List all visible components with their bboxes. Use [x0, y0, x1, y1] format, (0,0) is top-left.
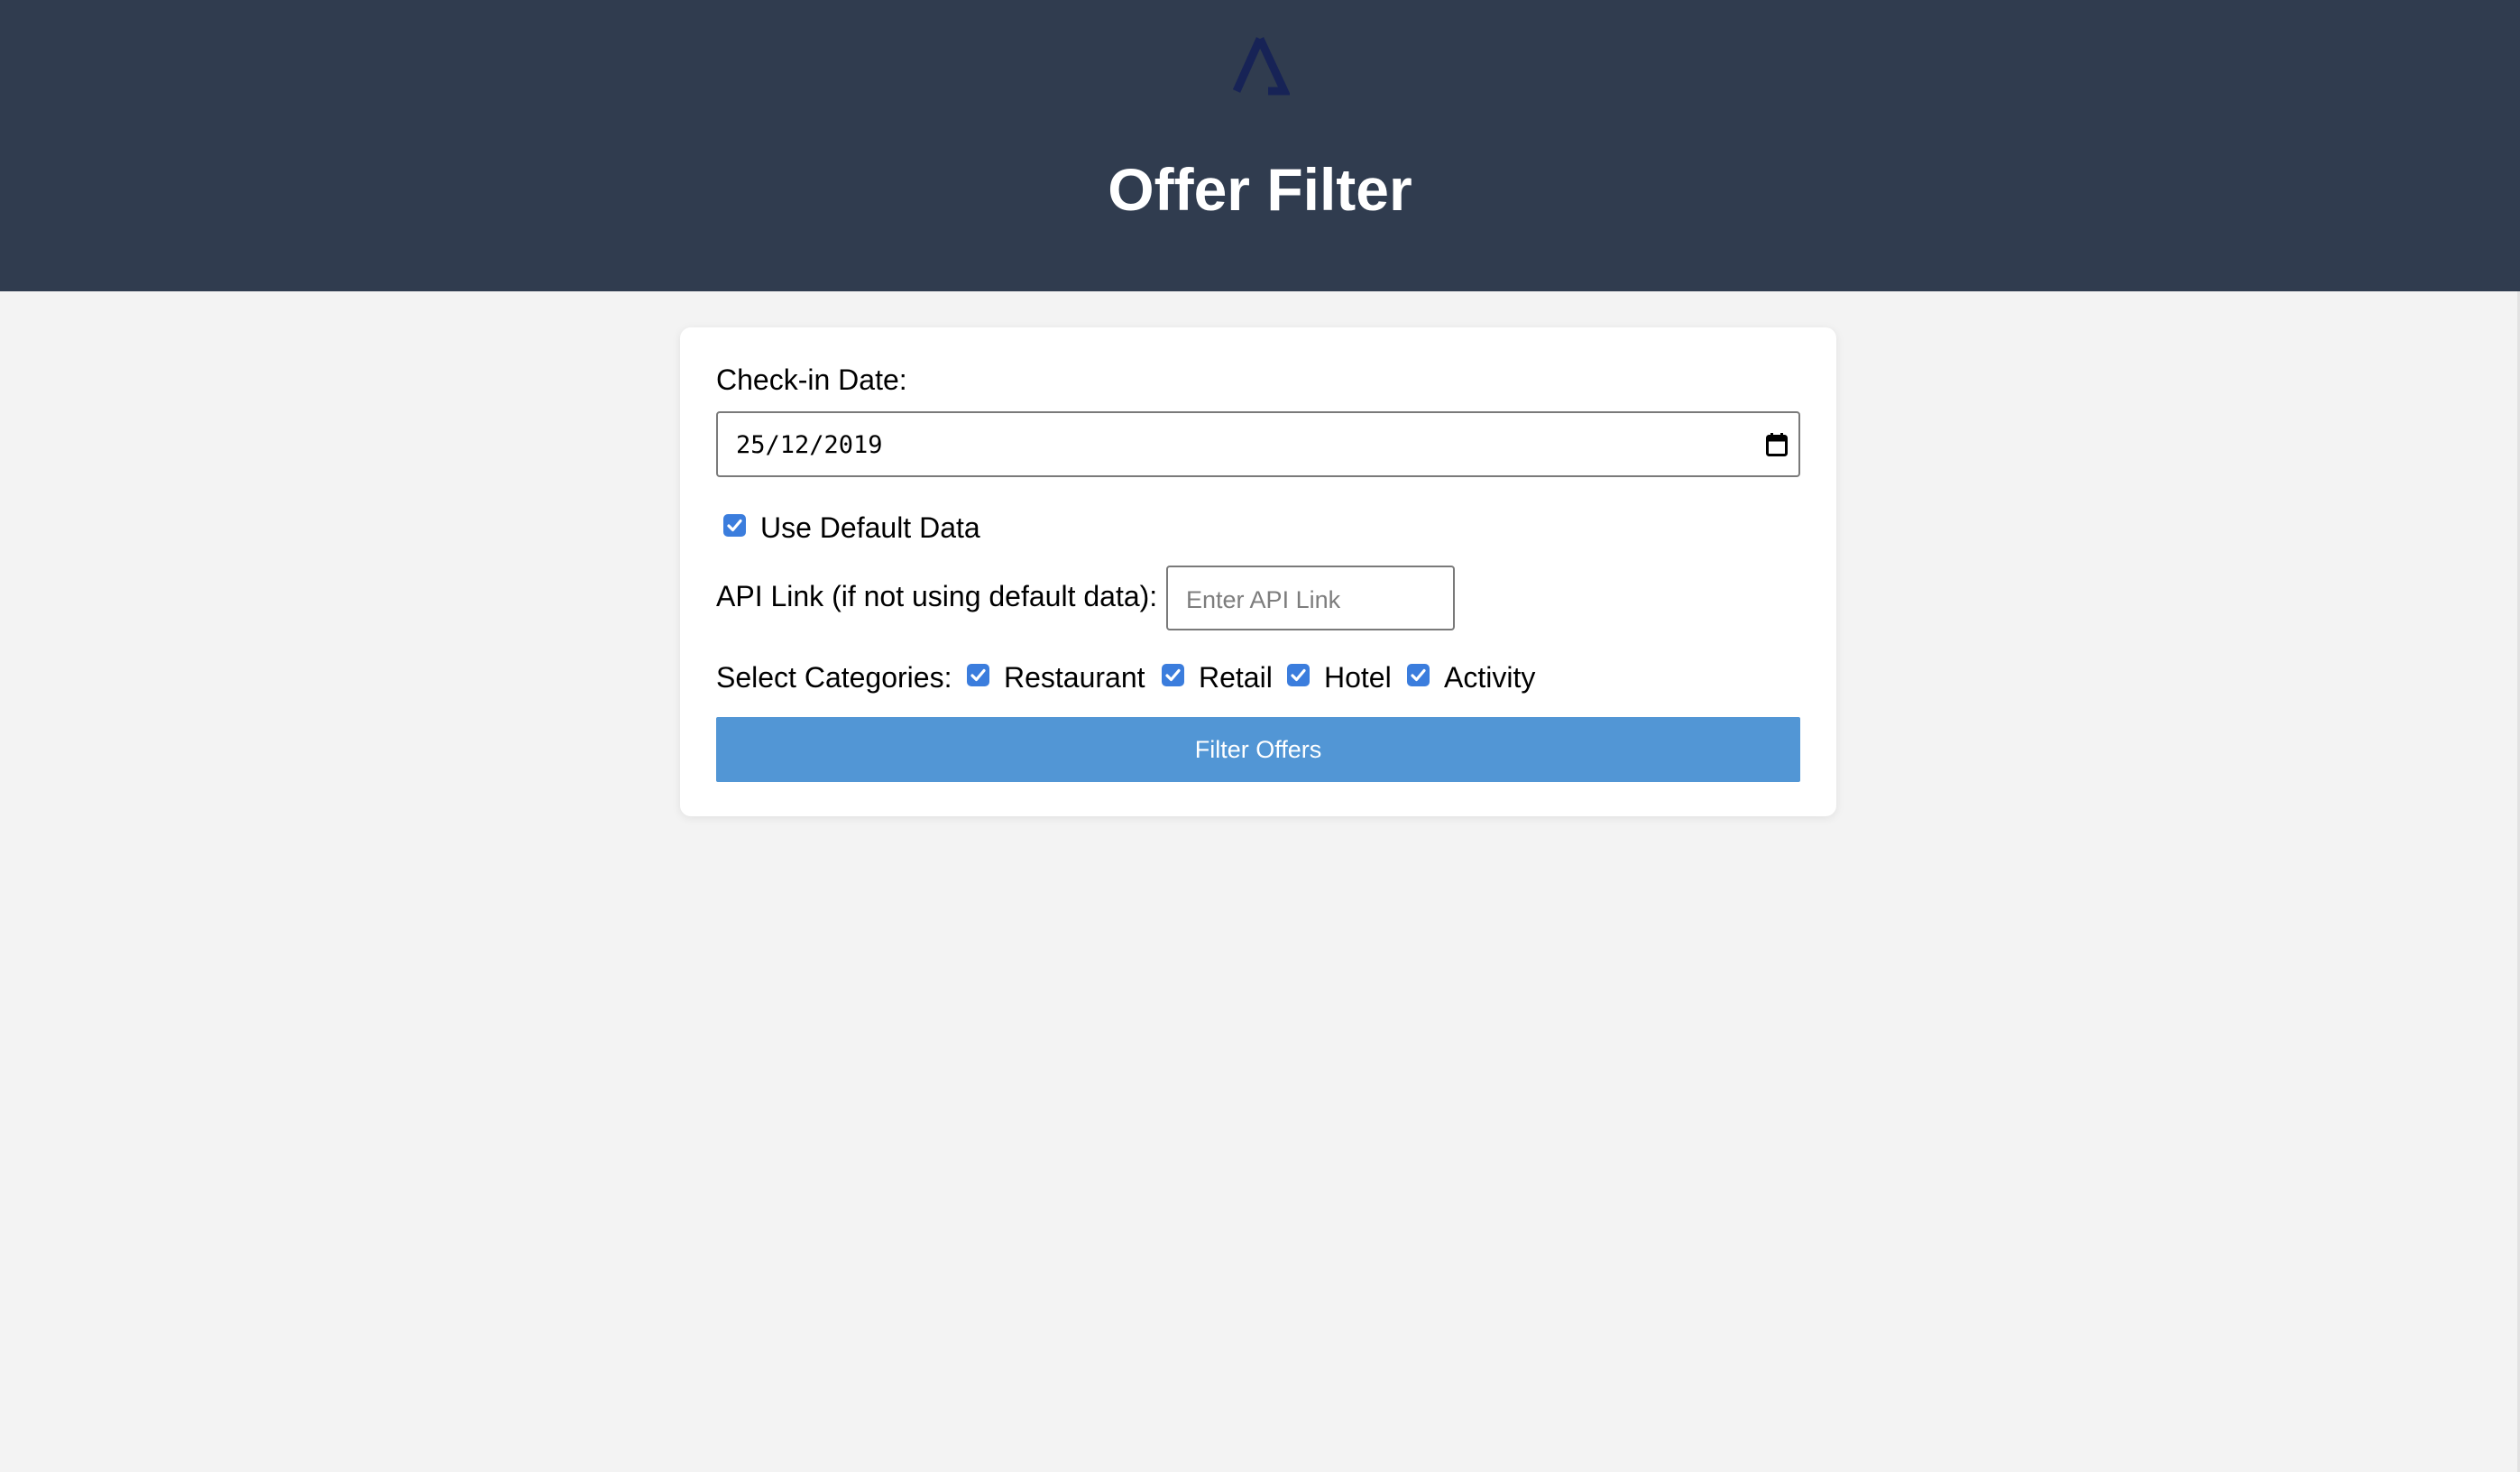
- category-activity-checkbox[interactable]: [1407, 664, 1430, 686]
- select-categories-label: Select Categories:: [716, 661, 952, 694]
- page: Offer Filter Check-in Date: 25/12/2019 U…: [0, 0, 2520, 1472]
- calendar-icon[interactable]: [1766, 433, 1788, 456]
- api-link-input[interactable]: Enter API Link: [1166, 566, 1455, 630]
- category-hotel-checkbox[interactable]: [1287, 664, 1310, 686]
- category-activity-label: Activity: [1444, 661, 1536, 694]
- category-retail-label: Retail: [1199, 661, 1273, 694]
- category-retail-checkbox[interactable]: [1162, 664, 1184, 686]
- use-default-data-checkbox[interactable]: [723, 514, 746, 537]
- page-title: Offer Filter: [1108, 156, 1412, 223]
- triangle-logo-icon: [1232, 37, 1290, 96]
- category-restaurant-checkbox[interactable]: [967, 664, 989, 686]
- checkin-date-value: 25/12/2019: [736, 431, 883, 459]
- category-hotel-label: Hotel: [1324, 661, 1392, 694]
- checkin-date-label: Check-in Date:: [716, 363, 907, 396]
- use-default-data-label: Use Default Data: [760, 511, 980, 544]
- header: Offer Filter: [0, 0, 2520, 291]
- api-link-placeholder: Enter API Link: [1186, 586, 1341, 613]
- category-restaurant-label: Restaurant: [1004, 661, 1145, 694]
- filter-form-card: Check-in Date: 25/12/2019 Use Default Da…: [680, 327, 1836, 816]
- filter-offers-button[interactable]: Filter Offers: [716, 717, 1800, 782]
- checkin-date-input[interactable]: 25/12/2019: [716, 411, 1800, 477]
- api-link-label: API Link (if not using default data):: [716, 580, 1158, 612]
